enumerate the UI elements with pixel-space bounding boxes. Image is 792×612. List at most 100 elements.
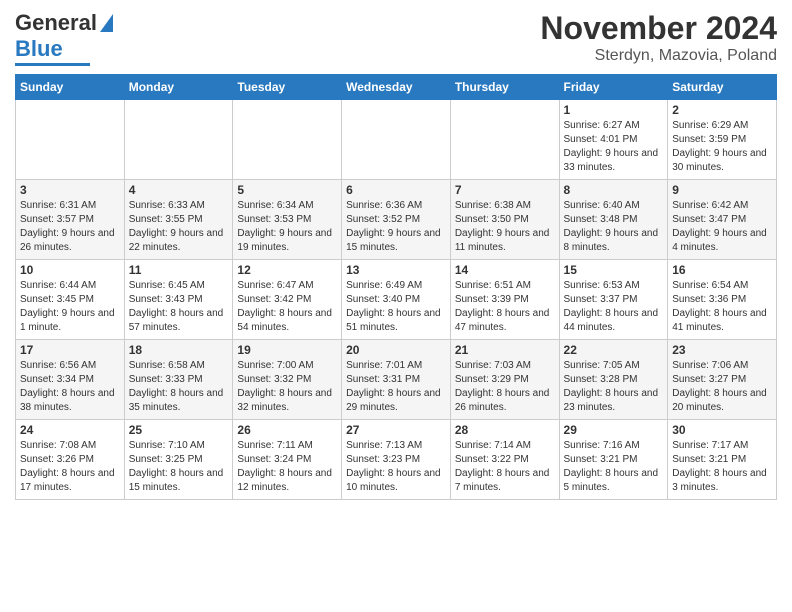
day-number: 12 (237, 263, 337, 277)
day-info: Sunrise: 6:33 AMSunset: 3:55 PMDaylight:… (129, 199, 229, 255)
day-number: 25 (129, 423, 229, 437)
table-row: 28 Sunrise: 7:14 AMSunset: 3:22 PMDayligh… (450, 420, 559, 500)
day-info: Sunrise: 6:45 AMSunset: 3:43 PMDaylight:… (129, 279, 229, 335)
day-number: 10 (20, 263, 120, 277)
table-row (233, 100, 342, 180)
day-number: 8 (564, 183, 664, 197)
day-number: 19 (237, 343, 337, 357)
logo-triangle-icon (100, 14, 113, 32)
table-row (450, 100, 559, 180)
col-saturday: Saturday (668, 75, 777, 100)
table-row: 5 Sunrise: 6:34 AMSunset: 3:53 PMDaylight… (233, 180, 342, 260)
day-info: Sunrise: 7:06 AMSunset: 3:27 PMDaylight:… (672, 359, 772, 415)
table-row: 15Sunrise: 6:53 AMSunset: 3:37 PMDayligh… (559, 260, 668, 340)
day-number: 27 (346, 423, 446, 437)
table-row: 18Sunrise: 6:58 AMSunset: 3:33 PMDayligh… (124, 340, 233, 420)
day-number: 4 (129, 183, 229, 197)
table-row: 30 Sunrise: 7:17 AMSunset: 3:21 PMDayligh… (668, 420, 777, 500)
day-info: Sunrise: 6:38 AMSunset: 3:50 PMDaylight:… (455, 199, 555, 255)
table-row: 11 Sunrise: 6:45 AMSunset: 3:43 PMDayligh… (124, 260, 233, 340)
day-info: Sunrise: 6:29 AMSunset: 3:59 PMDaylight:… (672, 119, 772, 175)
day-number: 5 (237, 183, 337, 197)
month-title: November 2024 (540, 10, 777, 47)
day-info: Sunrise: 6:44 AMSunset: 3:45 PMDaylight:… (20, 279, 120, 335)
table-row: 29 Sunrise: 7:16 AMSunset: 3:21 PMDayligh… (559, 420, 668, 500)
day-info: Sunrise: 7:17 AMSunset: 3:21 PMDaylight:… (672, 439, 772, 495)
day-number: 28 (455, 423, 555, 437)
day-number: 16 (672, 263, 772, 277)
table-row: 7 Sunrise: 6:38 AMSunset: 3:50 PMDaylight… (450, 180, 559, 260)
day-info: Sunrise: 6:27 AMSunset: 4:01 PMDaylight:… (564, 119, 664, 175)
table-row: 22 Sunrise: 7:05 AMSunset: 3:28 PMDayligh… (559, 340, 668, 420)
calendar-table: Sunday Monday Tuesday Wednesday Thursday… (15, 74, 777, 500)
day-info: Sunrise: 6:42 AMSunset: 3:47 PMDaylight:… (672, 199, 772, 255)
table-row: 23 Sunrise: 7:06 AMSunset: 3:27 PMDayligh… (668, 340, 777, 420)
day-info: Sunrise: 7:14 AMSunset: 3:22 PMDaylight:… (455, 439, 555, 495)
table-row: 12 Sunrise: 6:47 AMSunset: 3:42 PMDayligh… (233, 260, 342, 340)
day-info: Sunrise: 7:05 AMSunset: 3:28 PMDaylight:… (564, 359, 664, 415)
day-number: 7 (455, 183, 555, 197)
table-row: 6 Sunrise: 6:36 AMSunset: 3:52 PMDaylight… (342, 180, 451, 260)
day-info: Sunrise: 6:58 AMSunset: 3:33 PMDaylight:… (129, 359, 229, 415)
logo-blue: Blue (15, 36, 63, 62)
col-tuesday: Tuesday (233, 75, 342, 100)
day-info: Sunrise: 6:56 AMSunset: 3:34 PMDaylight:… (20, 359, 120, 415)
day-number: 21 (455, 343, 555, 357)
col-thursday: Thursday (450, 75, 559, 100)
day-info: Sunrise: 6:36 AMSunset: 3:52 PMDaylight:… (346, 199, 446, 255)
day-number: 17 (20, 343, 120, 357)
day-info: Sunrise: 7:08 AMSunset: 3:26 PMDaylight:… (20, 439, 120, 495)
day-number: 14 (455, 263, 555, 277)
day-number: 22 (564, 343, 664, 357)
col-sunday: Sunday (16, 75, 125, 100)
table-row: 27Sunrise: 7:13 AMSunset: 3:23 PMDayligh… (342, 420, 451, 500)
col-friday: Friday (559, 75, 668, 100)
day-number: 29 (564, 423, 664, 437)
day-info: Sunrise: 6:40 AMSunset: 3:48 PMDaylight:… (564, 199, 664, 255)
day-info: Sunrise: 6:54 AMSunset: 3:36 PMDaylight:… (672, 279, 772, 335)
day-info: Sunrise: 6:31 AMSunset: 3:57 PMDaylight:… (20, 199, 120, 255)
day-number: 3 (20, 183, 120, 197)
logo-general: General (15, 10, 97, 36)
day-info: Sunrise: 6:49 AMSunset: 3:40 PMDaylight:… (346, 279, 446, 335)
day-number: 26 (237, 423, 337, 437)
logo: General Blue (15, 10, 113, 66)
table-row (124, 100, 233, 180)
table-row: 1 Sunrise: 6:27 AMSunset: 4:01 PMDaylight… (559, 100, 668, 180)
header: General Blue November 2024 Sterdyn, Mazo… (15, 10, 777, 66)
table-row (16, 100, 125, 180)
table-row (342, 100, 451, 180)
location-title: Sterdyn, Mazovia, Poland (540, 47, 777, 65)
day-number: 1 (564, 103, 664, 117)
day-number: 11 (129, 263, 229, 277)
table-row: 10 Sunrise: 6:44 AMSunset: 3:45 PMDayligh… (16, 260, 125, 340)
logo-underline (15, 63, 90, 66)
day-info: Sunrise: 6:53 AMSunset: 3:37 PMDaylight:… (564, 279, 664, 335)
header-row: Sunday Monday Tuesday Wednesday Thursday… (16, 75, 777, 100)
day-number: 23 (672, 343, 772, 357)
table-row: 4 Sunrise: 6:33 AMSunset: 3:55 PMDaylight… (124, 180, 233, 260)
table-row: 16 Sunrise: 6:54 AMSunset: 3:36 PMDayligh… (668, 260, 777, 340)
day-info: Sunrise: 7:11 AMSunset: 3:24 PMDaylight:… (237, 439, 337, 495)
day-number: 6 (346, 183, 446, 197)
day-number: 20 (346, 343, 446, 357)
day-info: Sunrise: 7:03 AMSunset: 3:29 PMDaylight:… (455, 359, 555, 415)
day-info: Sunrise: 7:16 AMSunset: 3:21 PMDaylight:… (564, 439, 664, 495)
day-number: 9 (672, 183, 772, 197)
table-row: 19 Sunrise: 7:00 AMSunset: 3:32 PMDayligh… (233, 340, 342, 420)
table-row: 2 Sunrise: 6:29 AMSunset: 3:59 PMDaylight… (668, 100, 777, 180)
day-info: Sunrise: 6:34 AMSunset: 3:53 PMDaylight:… (237, 199, 337, 255)
table-row: 3 Sunrise: 6:31 AMSunset: 3:57 PMDaylight… (16, 180, 125, 260)
day-info: Sunrise: 7:00 AMSunset: 3:32 PMDaylight:… (237, 359, 337, 415)
table-row: 21 Sunrise: 7:03 AMSunset: 3:29 PMDayligh… (450, 340, 559, 420)
table-row: 14 Sunrise: 6:51 AMSunset: 3:39 PMDayligh… (450, 260, 559, 340)
day-info: Sunrise: 6:51 AMSunset: 3:39 PMDaylight:… (455, 279, 555, 335)
day-info: Sunrise: 7:01 AMSunset: 3:31 PMDaylight:… (346, 359, 446, 415)
day-info: Sunrise: 6:47 AMSunset: 3:42 PMDaylight:… (237, 279, 337, 335)
page: General Blue November 2024 Sterdyn, Mazo… (0, 0, 792, 612)
day-number: 2 (672, 103, 772, 117)
day-number: 13 (346, 263, 446, 277)
table-row: 8 Sunrise: 6:40 AMSunset: 3:48 PMDaylight… (559, 180, 668, 260)
day-number: 30 (672, 423, 772, 437)
table-row: 25Sunrise: 7:10 AMSunset: 3:25 PMDayligh… (124, 420, 233, 500)
